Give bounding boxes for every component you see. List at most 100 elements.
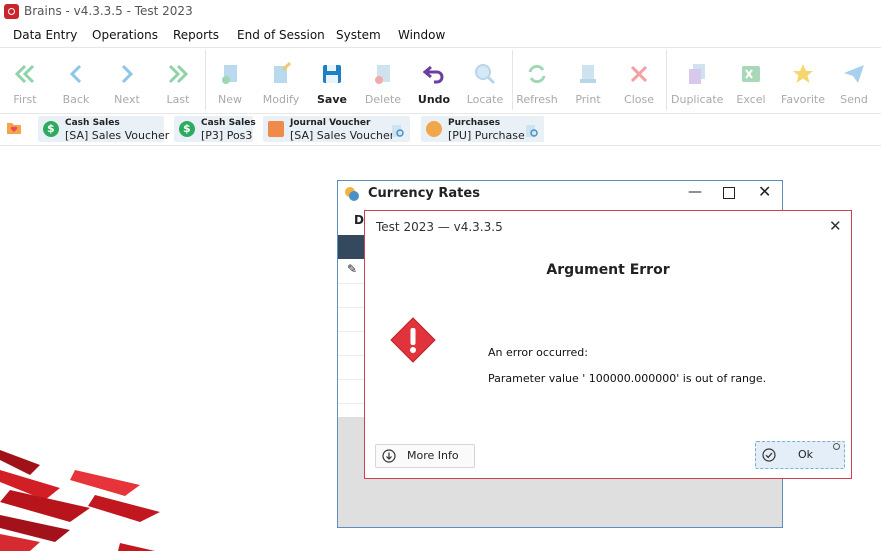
currency-coins-icon: [345, 187, 359, 201]
grid-row[interactable]: [338, 331, 366, 356]
dollar-icon: $: [179, 121, 195, 137]
shortcut-subtitle: [PU] Purchase: [448, 129, 525, 142]
back-button[interactable]: Back: [51, 48, 101, 112]
print-label: Print: [575, 93, 601, 106]
search-document-icon: [526, 125, 538, 137]
shortcut-journal-voucher[interactable]: Journal Voucher [SA] Sales Voucher: [263, 116, 410, 142]
first-button[interactable]: First: [0, 48, 50, 112]
error-dialog: Test 2023 — v4.3.3.5 ✕ Argument Error An…: [364, 210, 852, 479]
grid-row[interactable]: [338, 283, 366, 308]
refresh-icon: [528, 64, 546, 84]
print-icon: [580, 65, 596, 83]
new-label: New: [218, 93, 242, 106]
shortcut-cash-sales-sa[interactable]: $ Cash Sales [SA] Sales Voucher: [38, 116, 169, 142]
excel-button[interactable]: Excel: [726, 48, 776, 112]
journal-book-icon: [268, 121, 284, 137]
shortcut-title: Cash Sales: [65, 118, 120, 128]
magnifier-icon: [475, 64, 496, 85]
print-button[interactable]: Print: [563, 48, 613, 112]
chevron-left-icon: [69, 64, 82, 84]
dollar-icon: $: [43, 121, 59, 137]
new-button[interactable]: New: [205, 48, 255, 112]
shortcut-cash-sales-p3[interactable]: $ Cash Sales [P3] Pos3: [174, 116, 256, 142]
undo-button[interactable]: Undo: [409, 48, 459, 112]
delete-button[interactable]: Delete: [358, 48, 408, 112]
shortcut-title: Journal Voucher: [290, 118, 371, 128]
grid-row[interactable]: [338, 355, 366, 380]
menu-operations[interactable]: Operations: [92, 28, 158, 42]
menu-system[interactable]: System: [336, 28, 381, 42]
pencil-icon: ✎: [347, 262, 358, 276]
error-message-line-1: An error occurred:: [488, 346, 588, 359]
dialog-title: Test 2023 — v4.3.3.5: [376, 220, 503, 234]
app-logo-icon: [4, 4, 19, 19]
ok-label: Ok: [798, 448, 814, 461]
minimize-icon[interactable]: —: [688, 184, 702, 200]
error-message-line-2: Parameter value ' 100000.000000' is out …: [488, 372, 767, 385]
shortcut-title: Purchases: [448, 118, 501, 128]
save-icon: [323, 65, 341, 83]
menu-bar: Data Entry Operations Reports End of Ses…: [0, 24, 881, 46]
app-titlebar: Brains - v4.3.3.5 - Test 2023: [0, 0, 881, 24]
duplicate-button[interactable]: Duplicate: [671, 48, 723, 112]
save-button[interactable]: Save: [307, 48, 357, 112]
delete-label: Delete: [364, 93, 402, 106]
send-button[interactable]: Send: [829, 48, 879, 112]
locate-button[interactable]: Locate: [460, 48, 510, 112]
coin-icon: [426, 121, 442, 137]
menu-data-entry[interactable]: Data Entry: [13, 28, 77, 42]
delete-document-icon: [375, 65, 390, 84]
ok-button[interactable]: Ok: [755, 441, 845, 469]
expand-down-circle-icon: [382, 449, 396, 463]
menu-end-of-session[interactable]: End of Session: [237, 28, 325, 42]
excel-icon: [742, 66, 760, 82]
search-document-icon: [392, 125, 404, 137]
modify-button[interactable]: Modify: [256, 48, 306, 112]
error-warning-icon: [390, 317, 436, 363]
next-button[interactable]: Next: [102, 48, 152, 112]
shortcut-purchases[interactable]: Purchases [PU] Purchase: [421, 116, 544, 142]
close-icon[interactable]: ✕: [758, 182, 771, 201]
undo-icon: [422, 65, 444, 84]
favorites-folder-icon[interactable]: [6, 121, 22, 135]
send-paper-plane-icon: [844, 65, 864, 83]
toolbar-separator: [666, 50, 667, 110]
grid-row[interactable]: [338, 379, 366, 404]
close-x-icon: [630, 65, 648, 83]
last-button[interactable]: Last: [153, 48, 203, 112]
shortcut-bar: $ Cash Sales [SA] Sales Voucher $ Cash S…: [0, 113, 881, 146]
shortcut-title: Cash Sales: [201, 118, 256, 128]
check-circle-icon: [762, 448, 776, 462]
shortcut-subtitle: [SA] Sales Voucher: [65, 129, 170, 142]
next-label: Next: [114, 93, 140, 106]
more-info-button[interactable]: More Info: [375, 444, 475, 468]
maximize-icon[interactable]: [723, 187, 735, 199]
close-button[interactable]: Close: [614, 48, 664, 112]
error-heading: Argument Error: [546, 262, 670, 278]
refresh-button[interactable]: Refresh: [512, 48, 562, 112]
shortcut-subtitle: [SA] Sales Voucher: [290, 129, 395, 142]
toolbar: First Back Next Last New Modify Save Del…: [0, 47, 881, 114]
close-label: Close: [624, 93, 654, 106]
favorite-button[interactable]: Favorite: [777, 48, 829, 112]
send-label: Send: [840, 93, 868, 106]
grid-row[interactable]: [338, 307, 366, 332]
chevron-right-icon: [121, 64, 134, 84]
back-label: Back: [62, 93, 90, 106]
close-icon[interactable]: ✕: [829, 217, 842, 235]
locate-label: Locate: [466, 93, 504, 106]
double-chevron-left-icon: [14, 64, 35, 84]
menu-window[interactable]: Window: [398, 28, 445, 42]
shortcut-subtitle: [P3] Pos3: [201, 129, 253, 142]
more-info-label: More Info: [407, 449, 459, 462]
default-indicator-icon: [833, 443, 840, 450]
currency-window-title: Currency Rates: [368, 186, 480, 201]
modify-label: Modify: [262, 93, 300, 106]
grid-row-edit[interactable]: ✎: [338, 259, 366, 284]
refresh-label: Refresh: [516, 93, 558, 106]
menu-reports[interactable]: Reports: [173, 28, 219, 42]
favorite-label: Favorite: [781, 93, 825, 106]
grid-header-cell: [338, 235, 366, 259]
currency-window-titlebar: Currency Rates — ✕: [338, 181, 782, 207]
modify-document-icon: [274, 62, 292, 83]
